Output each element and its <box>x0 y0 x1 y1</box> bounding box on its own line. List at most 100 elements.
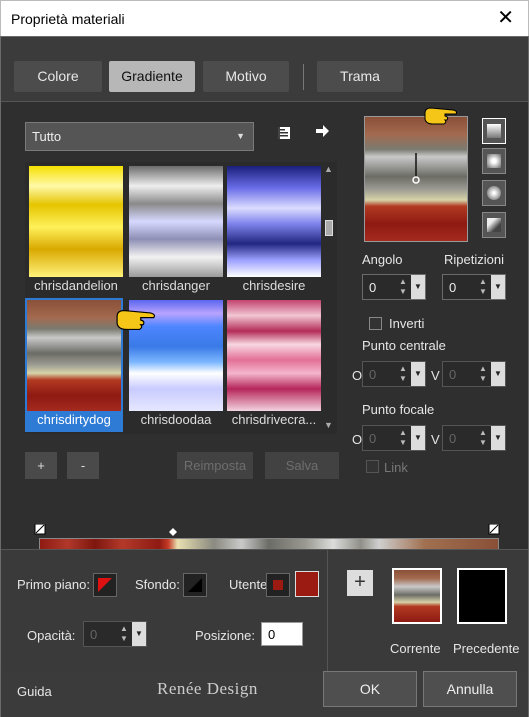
invert-checkbox[interactable] <box>369 317 382 330</box>
gallery-item-label: chrisdirtydog <box>37 412 111 427</box>
linear-gradient-icon <box>487 124 501 138</box>
angle-label: Angolo <box>362 252 403 267</box>
repeats-label: Ripetizioni <box>444 252 504 267</box>
updown-icon[interactable]: ▲ ▼ <box>397 277 409 297</box>
center-h-value: 0 <box>369 367 377 382</box>
focal-v-stepper[interactable]: 0 ▲ ▼ ▼ <box>442 425 506 451</box>
user-color-toggle[interactable] <box>266 573 290 597</box>
previous-label: Precedente <box>453 641 520 656</box>
rectangular-type-button[interactable] <box>482 148 506 174</box>
previous-swatch[interactable] <box>457 568 507 624</box>
gradient-swatch <box>129 166 223 277</box>
hand-pointer-icon <box>116 309 155 331</box>
center-v-value: 0 <box>449 367 457 382</box>
gradient-swatch <box>227 166 321 277</box>
angle-value: 0 <box>369 280 377 295</box>
user-color-swatch[interactable] <box>295 571 319 597</box>
chevron-down-icon[interactable]: ▼ <box>491 275 505 299</box>
save-button[interactable]: Salva <box>265 452 339 479</box>
current-swatch[interactable] <box>392 568 442 624</box>
gallery-item-label: chrisdanger <box>142 278 210 293</box>
background-swatch[interactable] <box>183 573 207 597</box>
user-label: Utente: <box>229 577 271 592</box>
radial-gradient-icon <box>487 186 501 200</box>
foreground-label: Primo piano: <box>17 577 90 592</box>
angle-stepper[interactable]: 0 ▲ ▼ ▼ <box>362 274 426 300</box>
linear-type-button[interactable] <box>482 118 506 144</box>
updown-icon[interactable]: ▲ ▼ <box>477 277 489 297</box>
user-color-dot <box>273 580 283 590</box>
chevron-down-icon[interactable]: ▼ <box>411 275 425 299</box>
close-icon[interactable]: ✕ <box>497 7 514 29</box>
updown-icon[interactable]: ▲ ▼ <box>477 428 489 448</box>
gallery-item[interactable]: chrisdrivecra... <box>225 298 323 432</box>
center-h-label: O <box>352 368 363 383</box>
gallery-item-label: chrisdrivecra... <box>231 412 317 427</box>
tab-trama[interactable]: Trama <box>317 61 403 92</box>
chevron-down-icon[interactable]: ▼ <box>132 622 146 646</box>
scroll-up-icon[interactable]: ▲ <box>324 164 333 174</box>
sunburst-gradient-icon <box>487 218 501 232</box>
focal-h-stepper[interactable]: 0 ▲ ▼ ▼ <box>362 425 426 451</box>
direction-indicator[interactable] <box>365 117 467 241</box>
category-dropdown-value: Tutto <box>32 129 62 144</box>
link-checkbox[interactable] <box>366 460 379 473</box>
center-v-label: V <box>431 368 440 383</box>
center-v-stepper[interactable]: 0 ▲ ▼ ▼ <box>442 361 506 387</box>
panel-divider <box>327 549 328 671</box>
tab-colore[interactable]: Colore <box>14 61 102 92</box>
updown-icon[interactable]: ▲ ▼ <box>397 364 409 384</box>
help-link[interactable]: Guida <box>17 684 52 699</box>
dialog-footer: Guida Renée Design OK Annulla <box>1 671 528 717</box>
chevron-down-icon[interactable]: ▼ <box>411 426 425 450</box>
gallery-item-label: chrisdesire <box>242 278 306 293</box>
current-label: Corrente <box>390 641 441 656</box>
foreground-swatch[interactable] <box>93 573 117 597</box>
focal-v-label: V <box>431 432 440 447</box>
updown-icon[interactable]: ▲ ▼ <box>397 428 409 448</box>
updown-icon[interactable]: ▲ ▼ <box>477 364 489 384</box>
gallery-item[interactable]: chrisdesire <box>225 164 323 298</box>
repeats-value: 0 <box>449 280 457 295</box>
add-compare-button[interactable]: + <box>347 570 373 596</box>
radial-type-button[interactable] <box>482 180 506 206</box>
chevron-down-icon[interactable]: ▼ <box>491 426 505 450</box>
arrow-right-icon[interactable] <box>311 123 333 145</box>
chevron-down-icon[interactable]: ▼ <box>411 362 425 386</box>
sunburst-type-button[interactable] <box>482 212 506 238</box>
cancel-button[interactable]: Annulla <box>423 671 517 707</box>
watermark-logo: Renée Design <box>157 679 258 698</box>
updown-icon[interactable]: ▲ ▼ <box>118 624 130 644</box>
opacity-label: Opacità: <box>27 628 76 643</box>
stop-properties-panel: Primo piano: Sfondo: Utente: Opacità: 0 … <box>1 549 528 671</box>
chevron-down-icon: ▼ <box>236 131 245 141</box>
repeats-stepper[interactable]: 0 ▲ ▼ ▼ <box>442 274 506 300</box>
remove-gradient-button[interactable]: - <box>67 452 99 479</box>
midpoint-marker <box>169 528 177 536</box>
reset-button[interactable]: Reimposta <box>177 452 253 479</box>
rectangular-gradient-icon <box>487 154 501 168</box>
gradient-preview[interactable] <box>364 116 468 242</box>
center-point-label: Punto centrale <box>362 338 446 353</box>
scrollbar-thumb[interactable] <box>325 220 333 236</box>
position-input[interactable]: 0 <box>261 622 303 646</box>
chevron-down-icon[interactable]: ▼ <box>491 362 505 386</box>
center-h-stepper[interactable]: 0 ▲ ▼ ▼ <box>362 361 426 387</box>
gallery-item[interactable]: chrisdanger <box>127 164 225 298</box>
tab-motivo[interactable]: Motivo <box>203 61 289 92</box>
book-icon[interactable] <box>273 125 295 147</box>
add-gradient-button[interactable]: + <box>25 452 57 479</box>
focal-h-label: O <box>352 432 363 447</box>
category-dropdown[interactable]: Tutto ▼ <box>25 122 254 151</box>
opacity-stepper[interactable]: 0 ▲ ▼ ▼ <box>83 621 147 647</box>
gallery-item-label: chrisdandelion <box>34 278 118 293</box>
tab-divider <box>303 64 304 90</box>
gradient-panel: Tutto ▼ chrisdandelion chrisdanger chris… <box>1 101 528 574</box>
opacity-value: 0 <box>90 627 98 642</box>
focal-v-value: 0 <box>449 431 457 446</box>
scroll-down-icon[interactable]: ▼ <box>324 420 333 430</box>
gallery-item[interactable]: chrisdandelion <box>27 164 125 298</box>
gallery-scrollbar[interactable]: ▲ ▼ <box>321 162 337 434</box>
ok-button[interactable]: OK <box>323 671 417 707</box>
tab-gradiente[interactable]: Gradiente <box>109 61 195 92</box>
